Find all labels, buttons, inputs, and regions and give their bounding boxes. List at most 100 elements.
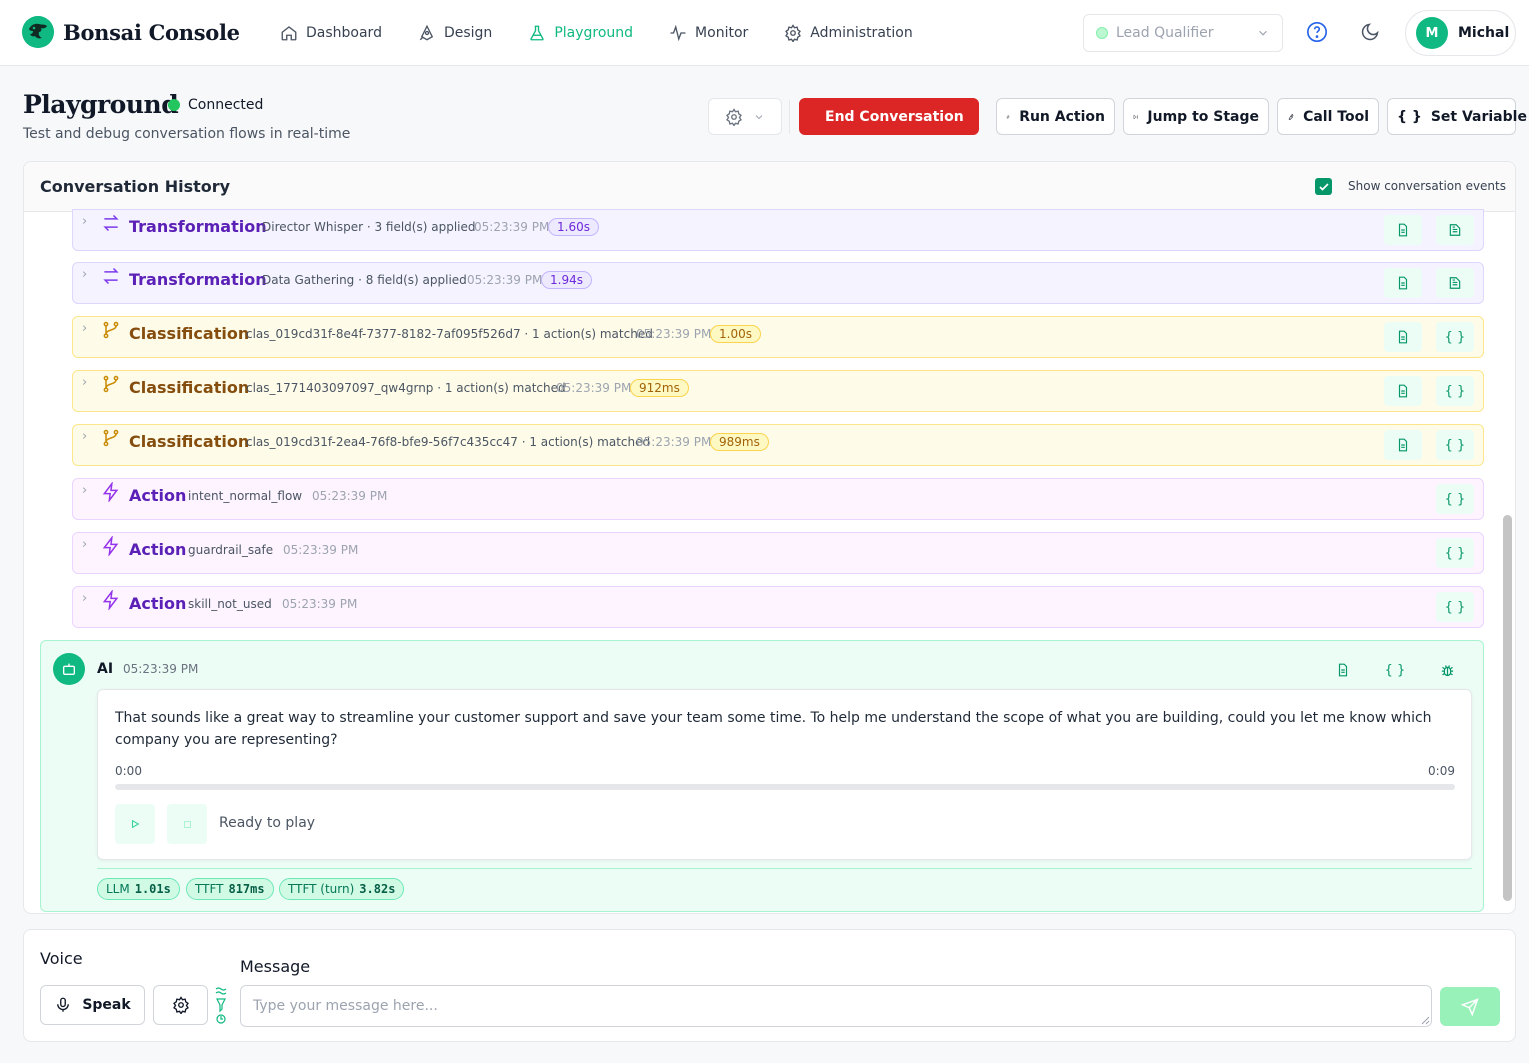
- document-icon: [1338, 663, 1348, 677]
- event-detail: clas_019cd31f-8e4f-7377-8182-7af095f526d…: [246, 327, 653, 341]
- panel-header: Conversation History Show conversation e…: [24, 162, 1515, 212]
- event-row-transformation[interactable]: › Transformation Data Gathering · 8 fiel…: [72, 262, 1484, 304]
- event-row-classification[interactable]: › Classification clas_019cd31f-8e4f-7377…: [72, 316, 1484, 358]
- lightning-icon: [1006, 114, 1010, 119]
- history-scrollbar-thumb[interactable]: [1503, 515, 1512, 901]
- chevron-right-icon[interactable]: ›: [82, 591, 87, 606]
- run-action-label: Run Action: [1019, 108, 1105, 125]
- audio-progress-bar[interactable]: [115, 784, 1455, 790]
- event-row-action[interactable]: › Action skill_not_used 05:23:39 PM { }: [72, 586, 1484, 628]
- event-detail: clas_019cd31f-2ea4-76f8-bfe9-56f7c435cc4…: [246, 435, 651, 449]
- view-log-button[interactable]: [1384, 268, 1422, 298]
- chevron-right-icon[interactable]: ›: [82, 375, 87, 390]
- view-log-button[interactable]: [1384, 322, 1422, 352]
- panel-title: Conversation History: [40, 177, 231, 196]
- duration-badge: 912ms: [630, 379, 689, 397]
- theme-toggle-button[interactable]: [1358, 20, 1382, 44]
- help-button[interactable]: [1305, 20, 1329, 44]
- document-icon: [1398, 384, 1408, 398]
- metric-chip-ttft: TTFT 817ms: [186, 878, 274, 900]
- view-json-button[interactable]: { }: [1436, 430, 1474, 460]
- play-button[interactable]: [115, 804, 155, 844]
- view-json-button[interactable]: { }: [1436, 376, 1474, 406]
- metric-chip-ttft-turn: TTFT (turn) 3.82s: [279, 878, 405, 900]
- event-row-action[interactable]: › Action guardrail_safe 05:23:39 PM { }: [72, 532, 1484, 574]
- view-diff-button[interactable]: [1436, 268, 1474, 298]
- event-row-action[interactable]: › Action intent_normal_flow 05:23:39 PM …: [72, 478, 1484, 520]
- agent-select[interactable]: Lead Qualifier: [1083, 14, 1283, 52]
- nav-item-dashboard[interactable]: Dashboard: [280, 22, 382, 44]
- message-time: 05:23:39 PM: [123, 662, 199, 676]
- message-input[interactable]: [240, 985, 1432, 1027]
- view-diff-button[interactable]: [1436, 215, 1474, 245]
- duration-badge: 1.60s: [548, 218, 599, 236]
- top-navbar: Bonsai Console Dashboard Design Playgrou…: [0, 0, 1529, 66]
- set-variable-button[interactable]: { } Set Variable: [1387, 98, 1527, 135]
- lightning-icon: [102, 536, 119, 556]
- resize-handle-icon[interactable]: [1420, 1015, 1430, 1025]
- event-row-classification[interactable]: › Classification clas_019cd31f-2ea4-76f8…: [72, 424, 1484, 466]
- send-button[interactable]: [1440, 987, 1500, 1026]
- chevron-right-icon[interactable]: ›: [82, 483, 87, 498]
- pen-tool-icon: [419, 24, 434, 41]
- view-log-button[interactable]: [1384, 215, 1422, 245]
- call-tool-button[interactable]: Call Tool: [1277, 98, 1379, 135]
- brand[interactable]: Bonsai Console: [22, 16, 240, 48]
- activity-icon: [670, 24, 686, 42]
- help-circle-icon: [1307, 22, 1327, 42]
- show-events-checkbox[interactable]: [1315, 178, 1332, 195]
- view-json-button[interactable]: { }: [1436, 484, 1474, 514]
- duration-badge: 989ms: [710, 433, 769, 451]
- voice-settings-button[interactable]: [153, 985, 208, 1025]
- set-variable-label: Set Variable: [1430, 108, 1527, 125]
- git-branch-icon: [103, 375, 119, 393]
- nav-item-monitor[interactable]: Monitor: [669, 22, 748, 44]
- chevron-right-icon[interactable]: ›: [82, 321, 87, 336]
- event-type: Action: [129, 594, 187, 613]
- event-type: Classification: [129, 378, 250, 397]
- document-icon: [1398, 330, 1408, 344]
- view-json-button[interactable]: { }: [1380, 655, 1410, 685]
- microphone-icon: [57, 997, 70, 1012]
- page-subtitle: Test and debug conversation flows in rea…: [23, 126, 351, 142]
- debug-button[interactable]: [1432, 655, 1462, 685]
- bonsai-logo-icon: [22, 16, 54, 48]
- chevron-right-icon[interactable]: ›: [82, 537, 87, 552]
- metric-label: TTFT (turn): [288, 882, 355, 896]
- duration-badge: 1.00s: [710, 325, 761, 343]
- speak-button[interactable]: Speak: [40, 985, 145, 1025]
- event-row-classification[interactable]: › Classification clas_1771403097097_qw4g…: [72, 370, 1484, 412]
- nav-item-design[interactable]: Design: [418, 22, 492, 44]
- braces-icon: { }: [1444, 545, 1466, 561]
- jump-to-stage-button[interactable]: Jump to Stage: [1123, 98, 1269, 135]
- event-time: 05:23:39 PM: [312, 489, 388, 503]
- end-conversation-button[interactable]: End Conversation: [799, 98, 979, 135]
- user-menu-button[interactable]: M Michal: [1405, 10, 1516, 56]
- status-dot: [168, 99, 180, 111]
- chevron-right-icon[interactable]: ›: [82, 429, 87, 444]
- chevron-right-icon[interactable]: ›: [82, 267, 87, 282]
- lightning-icon: [102, 590, 119, 610]
- event-time: 05:23:39 PM: [556, 381, 632, 395]
- event-row-transformation[interactable]: › Transformation Director Whisper · 3 fi…: [72, 209, 1484, 251]
- nav-item-administration[interactable]: Administration: [784, 22, 913, 44]
- view-log-button[interactable]: [1384, 376, 1422, 406]
- nav-item-playground[interactable]: Playground: [528, 22, 633, 44]
- view-json-button[interactable]: { }: [1436, 322, 1474, 352]
- chevron-down-icon: [755, 114, 763, 119]
- view-log-button[interactable]: [1384, 430, 1422, 460]
- skip-forward-icon: [1133, 114, 1138, 119]
- view-json-button[interactable]: { }: [1436, 592, 1474, 622]
- view-log-button[interactable]: [1328, 655, 1358, 685]
- stop-button[interactable]: [167, 804, 207, 844]
- moon-icon: [1361, 23, 1379, 41]
- chevron-right-icon[interactable]: ›: [82, 214, 87, 229]
- session-settings-button[interactable]: [708, 98, 782, 135]
- event-type: Action: [129, 486, 187, 505]
- run-action-button[interactable]: Run Action: [996, 98, 1115, 135]
- nav-item-label: Monitor: [695, 25, 749, 41]
- document-icon: [1398, 438, 1408, 452]
- view-json-button[interactable]: { }: [1436, 538, 1474, 568]
- lightning-icon: [102, 482, 119, 502]
- gear-icon: [785, 24, 802, 42]
